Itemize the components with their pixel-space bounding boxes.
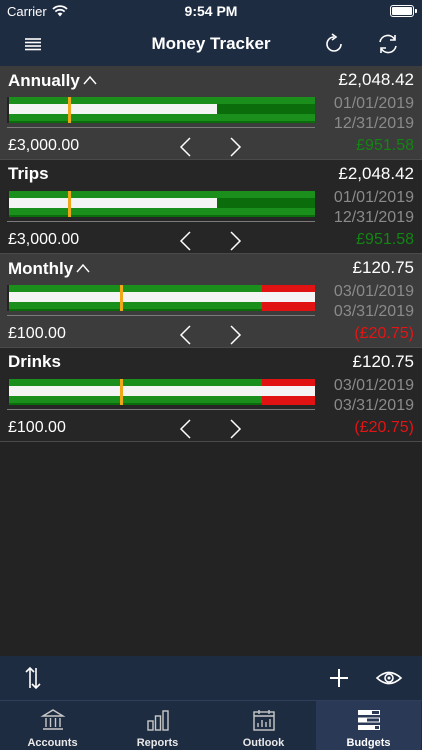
- budget-progress-bar: [7, 285, 315, 311]
- budget-end-date: 12/31/2019: [333, 209, 414, 226]
- budget-row[interactable]: Drinks £120.75 03/01/2019 03/31/2019 £100.00…: [0, 348, 422, 442]
- budget-progress-bar: [7, 97, 315, 123]
- budget-row[interactable]: Trips £2,048.42 01/01/2019 12/31/2019 £3,000…: [0, 160, 422, 254]
- budget-amount: £3,000.00: [8, 137, 80, 154]
- budget-remaining: (£20.75): [354, 419, 414, 436]
- budget-start-date: 03/01/2019: [333, 283, 414, 300]
- status-bar: Carrier 9:54 PM: [0, 0, 422, 22]
- bar-bottom-band: [7, 208, 315, 215]
- clock: 9:54 PM: [184, 3, 238, 19]
- budget-end-date: 03/31/2019: [333, 397, 414, 414]
- bar-spent-fill: [7, 104, 217, 114]
- plus-icon[interactable]: [326, 664, 352, 697]
- bar-scale-line: [7, 221, 315, 222]
- bar-bottom-band: [7, 114, 315, 121]
- tab-bar: Accounts Reports Outlook Budgets: [0, 700, 422, 750]
- bar-bottom-band: [7, 396, 262, 403]
- budget-start-date: 03/01/2019: [333, 377, 414, 394]
- budget-remaining: £951.58: [356, 231, 414, 248]
- budget-progress-bar: [7, 191, 315, 217]
- chevron-up-icon[interactable]: [83, 70, 97, 90]
- today-marker: [68, 97, 71, 123]
- today-marker: [120, 379, 123, 405]
- row-divider: [0, 441, 422, 442]
- budget-spent: £120.75: [352, 258, 414, 277]
- tab-reports[interactable]: Reports: [105, 701, 210, 750]
- budget-remaining: (£20.75): [354, 325, 414, 342]
- nav-bar: Money Tracker: [0, 22, 422, 66]
- bar-start: [7, 379, 9, 405]
- bar-chart-icon: [145, 707, 171, 733]
- budget-end-date: 03/31/2019: [333, 303, 414, 320]
- bar-bottom-band: [7, 302, 262, 309]
- tab-budgets[interactable]: Budgets: [316, 701, 421, 750]
- tab-label: Budgets: [346, 737, 391, 749]
- budget-spent: £2,048.42: [338, 164, 414, 183]
- bar-overspend: [262, 285, 315, 311]
- bank-icon: [40, 707, 66, 733]
- budget-amount: £100.00: [8, 325, 66, 342]
- budget-remaining: £951.58: [356, 137, 414, 154]
- tab-accounts[interactable]: Accounts: [0, 701, 105, 750]
- page-title: Money Tracker: [151, 34, 271, 53]
- budget-start-date: 01/01/2019: [333, 95, 414, 112]
- eye-icon[interactable]: [374, 664, 404, 697]
- budget-spent: £120.75: [352, 352, 414, 371]
- tab-label: Reports: [136, 737, 179, 749]
- bar-top-band: [7, 379, 262, 386]
- budget-name: Drinks: [8, 352, 61, 371]
- bar-top-band: [7, 97, 315, 104]
- bar-spent-fill: [7, 198, 217, 208]
- tab-label: Outlook: [242, 737, 285, 749]
- bar-start: [7, 285, 9, 311]
- budget-name: Monthly: [8, 258, 90, 279]
- bar-scale-line: [7, 127, 315, 128]
- bar-top-band: [7, 285, 262, 292]
- battery-icon: [390, 5, 417, 17]
- bar-start: [7, 97, 9, 123]
- bottom-toolbar: [0, 656, 422, 700]
- bar-spent-fill: [7, 292, 262, 302]
- budget-progress-bar: [7, 379, 315, 405]
- budget-bars-icon: [356, 707, 382, 733]
- budget-name: Trips: [8, 164, 49, 183]
- tab-outlook[interactable]: Outlook: [211, 701, 316, 750]
- today-marker: [120, 285, 123, 311]
- bar-top-band: [7, 191, 315, 198]
- budget-amount: £3,000.00: [8, 231, 80, 248]
- calendar-chart-icon: [251, 707, 277, 733]
- chevron-up-icon[interactable]: [76, 258, 90, 278]
- budget-amount: £100.00: [8, 419, 66, 436]
- bar-scale-line: [7, 409, 315, 410]
- today-marker: [68, 191, 71, 217]
- budget-start-date: 01/01/2019: [333, 189, 414, 206]
- bar-scale-line: [7, 315, 315, 316]
- budget-end-date: 12/31/2019: [333, 115, 414, 132]
- sync-icon[interactable]: [374, 30, 402, 58]
- bar-spent-fill: [7, 386, 262, 396]
- bar-overspend: [262, 379, 315, 405]
- budget-name: Annually: [8, 70, 97, 91]
- budget-row[interactable]: Annually £2,048.42 01/01/2019 12/31/2019 £3,…: [0, 66, 422, 160]
- budget-row[interactable]: Monthly £120.75 03/01/2019 03/31/2019 £100.0…: [0, 254, 422, 348]
- bar-start: [7, 191, 9, 217]
- sort-arrows-icon[interactable]: [20, 664, 46, 697]
- budget-spent: £2,048.42: [338, 70, 414, 89]
- tab-label: Accounts: [27, 737, 78, 749]
- refresh-icon[interactable]: [320, 30, 348, 58]
